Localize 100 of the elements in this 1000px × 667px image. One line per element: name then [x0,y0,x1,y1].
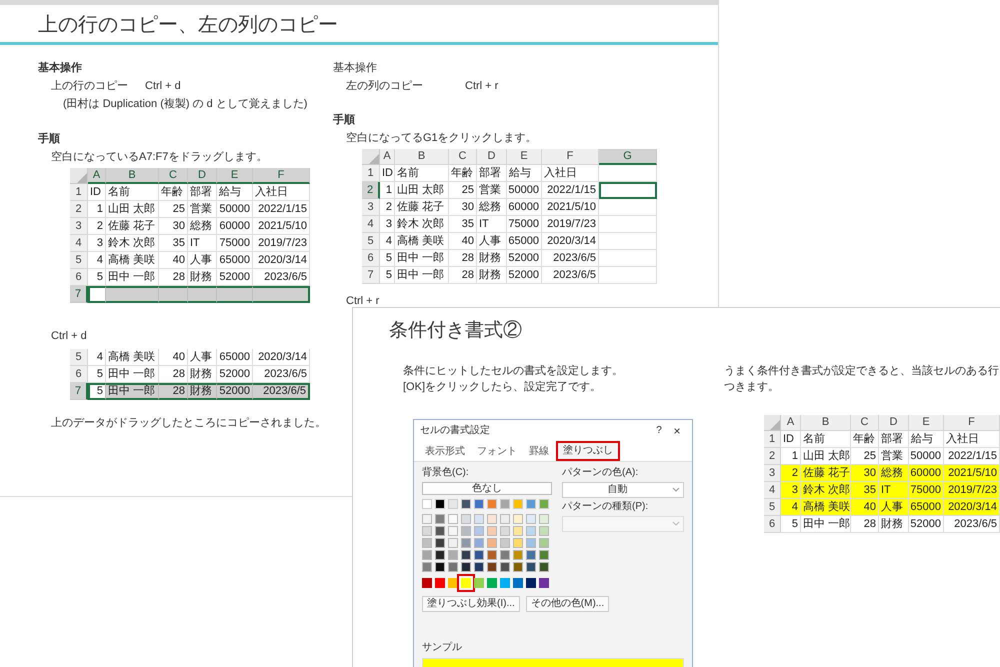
color-swatch[interactable] [539,550,549,560]
row-header[interactable]: 1 [70,184,88,201]
color-swatch[interactable] [526,499,536,509]
color-swatch[interactable] [526,578,536,588]
color-swatch[interactable] [474,562,484,572]
color-swatch[interactable] [500,538,510,548]
color-swatch[interactable] [435,514,445,524]
row-header[interactable]: 6 [362,250,380,267]
row-header[interactable]: 3 [764,465,781,482]
color-swatch[interactable] [461,514,471,524]
row-header[interactable]: 2 [70,201,88,218]
color-swatch[interactable] [474,499,484,509]
color-swatch[interactable] [526,562,536,572]
color-swatch[interactable] [487,499,497,509]
color-swatch[interactable] [500,526,510,536]
color-swatch[interactable] [539,562,549,572]
column-header[interactable]: E [507,149,542,165]
color-swatch[interactable] [539,499,549,509]
column-header[interactable]: D [879,415,909,431]
color-swatch[interactable] [422,562,432,572]
row-header[interactable]: 2 [764,448,781,465]
row-header[interactable]: 5 [70,349,88,366]
color-swatch[interactable] [513,499,523,509]
color-swatch[interactable] [435,562,445,572]
row-header[interactable]: 2 [362,182,380,199]
color-swatch[interactable] [474,514,484,524]
fill-effects-button[interactable]: 塗りつぶし効果(I)... [422,596,520,612]
column-header[interactable]: D [477,149,507,165]
color-swatch[interactable] [422,538,432,548]
color-swatch[interactable] [487,550,497,560]
color-swatch[interactable] [526,514,536,524]
color-swatch[interactable] [513,550,523,560]
row-header[interactable]: 6 [764,516,781,533]
color-swatch[interactable] [461,526,471,536]
color-swatch[interactable] [461,499,471,509]
row-header[interactable]: 4 [764,482,781,499]
color-swatch[interactable] [422,550,432,560]
pattern-style-dropdown[interactable] [562,516,684,532]
color-swatch[interactable] [435,578,445,588]
column-header[interactable]: F [542,149,599,165]
select-all-corner[interactable] [764,415,781,431]
color-swatch[interactable] [435,526,445,536]
column-header[interactable]: A [781,415,801,431]
color-swatch[interactable] [448,562,458,572]
color-swatch[interactable] [448,499,458,509]
row-header[interactable]: 6 [70,366,88,383]
column-header[interactable]: A [380,149,395,165]
color-swatch[interactable] [513,578,523,588]
row-header[interactable]: 5 [764,499,781,516]
row-header[interactable]: 7 [70,286,88,303]
close-button[interactable]: × [668,425,686,437]
color-swatch[interactable] [487,578,497,588]
color-swatch[interactable] [513,562,523,572]
row-header[interactable]: 4 [70,235,88,252]
row-header[interactable]: 1 [764,431,781,448]
column-header[interactable]: B [106,168,159,184]
more-colors-button[interactable]: その他の色(M)... [526,596,610,612]
color-swatch[interactable] [474,550,484,560]
color-swatch[interactable] [513,538,523,548]
color-swatch[interactable] [539,578,549,588]
color-swatch[interactable] [539,538,549,548]
color-swatch[interactable] [461,562,471,572]
color-swatch[interactable] [461,578,471,588]
color-swatch[interactable] [500,550,510,560]
select-all-corner[interactable] [362,149,380,165]
row-header[interactable]: 7 [70,383,88,400]
row-header[interactable]: 3 [70,218,88,235]
color-swatch[interactable] [461,550,471,560]
row-header[interactable]: 7 [362,267,380,284]
color-swatch[interactable] [500,499,510,509]
column-header[interactable]: E [217,168,253,184]
column-header[interactable]: F [944,415,1000,431]
dialog-tab[interactable]: 塗りつぶし [556,441,620,461]
row-header[interactable]: 5 [362,233,380,250]
color-swatch[interactable] [448,538,458,548]
color-swatch[interactable] [474,526,484,536]
column-header[interactable]: D [188,168,217,184]
dialog-tab[interactable]: フォント [472,443,522,461]
row-header[interactable]: 5 [70,252,88,269]
no-color-button[interactable]: 色なし [422,482,552,495]
row-header[interactable]: 4 [362,216,380,233]
color-swatch[interactable] [487,562,497,572]
row-header[interactable]: 3 [362,199,380,216]
row-header[interactable]: 6 [70,269,88,286]
dialog-tab[interactable]: 罫線 [524,443,554,461]
color-swatch[interactable] [526,538,536,548]
column-header[interactable]: E [909,415,944,431]
color-swatch[interactable] [500,562,510,572]
select-all-corner[interactable] [70,168,88,184]
color-swatch[interactable] [500,578,510,588]
color-swatch[interactable] [422,526,432,536]
column-header[interactable]: F [253,168,310,184]
column-header[interactable]: B [801,415,851,431]
color-swatch[interactable] [448,578,458,588]
color-swatch[interactable] [539,526,549,536]
color-swatch[interactable] [422,499,432,509]
color-swatch[interactable] [448,514,458,524]
column-header[interactable]: G [599,149,657,165]
color-swatch[interactable] [448,550,458,560]
color-swatch[interactable] [487,538,497,548]
